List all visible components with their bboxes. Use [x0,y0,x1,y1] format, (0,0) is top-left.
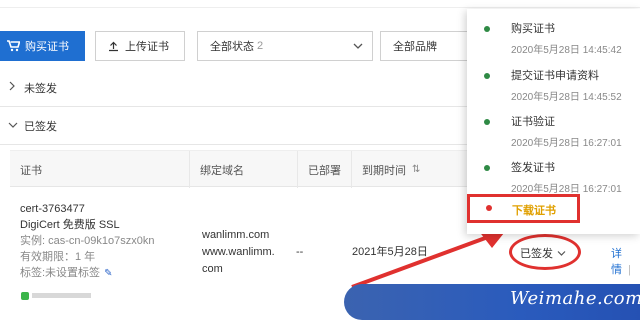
chevron-down-icon [353,43,363,49]
sort-icon[interactable]: ⇅ [412,164,420,175]
annotation-circle [509,234,581,270]
column-header-expiry[interactable]: 到期时间 ⇅ [352,151,472,188]
chevron-down-icon [8,120,24,132]
step-time: 2020年5月28日 14:45:42 [511,45,622,56]
domain-line: com [202,263,223,275]
brand-filter-select[interactable]: 全部品牌 [380,31,470,61]
cert-tags: 标签:未设置标签 ✎ [20,265,155,282]
brand-filter-value: 全部品牌 [393,41,437,53]
status-filter-count: 2 [257,40,264,52]
step-name: 证书验证 [511,116,555,128]
security-status-bar [21,291,91,300]
step-done-dot [484,73,490,79]
table-row-deployed: -- [296,246,304,258]
column-header-expiry-label: 到期时间 [362,164,406,177]
step-name: 购买证书 [511,23,555,35]
cart-icon [7,40,20,52]
cert-tags-label: 标签:未设置标签 [20,267,101,279]
detail-link-label: 详情 [611,248,622,276]
table-row-expiry: 2021年5月28日 [352,246,428,258]
buy-certificate-label: 购买证书 [25,41,69,53]
step-time: 2020年5月28日 16:27:01 [511,138,622,149]
cert-instance: 实例: cas-cn-09k1o7szx0kn [20,235,155,247]
top-divider [0,0,640,8]
column-header-deployed: 已部署 [298,151,352,188]
step-done-dot [484,119,490,125]
download-certificate-step[interactable]: 下载证书 [467,194,580,223]
group-issued-label: 已签发 [24,120,57,133]
group-unissued-label: 未签发 [24,82,57,95]
status-filter-select[interactable]: 全部状态 2 [197,31,373,61]
step-time: 2020年5月28日 16:27:01 [511,184,622,195]
upload-certificate-button[interactable]: 上传证书 [95,31,185,61]
column-header-certificate: 证书 [10,151,190,188]
cert-id: cert-3763477 [20,203,85,215]
buy-certificate-button[interactable]: 购买证书 [0,31,85,61]
table-row-domains: wanlimm.com www.wanlimm. com [202,227,275,278]
shield-icon [21,291,29,300]
download-certificate-link[interactable]: 下载证书 [512,202,556,218]
edit-icon[interactable]: ✎ [104,266,112,282]
step-name: 提交证书申请资料 [511,70,599,82]
step-time: 2020年5月28日 14:45:52 [511,92,622,103]
step-done-dot [484,26,490,32]
upload-icon [109,41,118,51]
table-row-certificate: cert-3763477 DigiCert 免费版 SSL 实例: cas-cn… [20,201,155,282]
domain-line: wanlimm.com [202,229,270,241]
step-name: 签发证书 [511,162,555,174]
column-header-domain: 绑定域名 [190,151,298,188]
divider: | [628,264,631,276]
domain-line: www.wanlimm. [202,246,275,258]
detail-link[interactable]: 详情 | [611,245,640,277]
watermark-text: Weimahe.com [510,288,640,309]
step-done-dot [484,165,490,171]
upload-certificate-label: 上传证书 [125,41,169,53]
step-pending-dot [486,205,492,211]
status-timeline-popover: 购买证书 2020年5月28日 14:45:42 提交证书申请资料 2020年5… [467,9,640,234]
status-filter-value: 全部状态 [210,41,254,53]
cert-validity: 有效期限：1 年 [20,251,96,263]
chevron-right-icon [8,81,24,94]
cert-type: DigiCert 免费版 SSL [20,219,120,231]
status-bar [31,293,91,298]
